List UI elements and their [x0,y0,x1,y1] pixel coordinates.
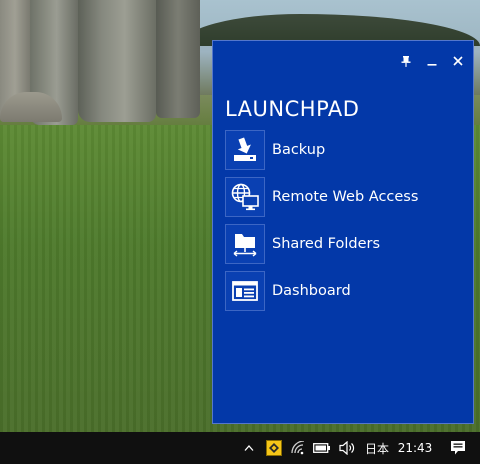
launchpad-item-dashboard[interactable]: Dashboard [225,270,465,312]
launchpad-tray-icon[interactable] [262,432,286,464]
launchpad-item-label: Shared Folders [272,236,381,252]
backup-icon [225,130,265,170]
system-tray: 日本 21:43 [236,432,480,464]
launchpad-window: LAUNCHPAD Backup Remote Web Access Share… [212,40,474,424]
launchpad-item-label: Dashboard [272,283,351,299]
input-language-indicator[interactable]: 日本 [360,432,394,464]
launchpad-item-remote-web-access[interactable]: Remote Web Access [225,176,465,218]
minimize-icon[interactable] [427,55,437,67]
show-hidden-icons-icon[interactable] [236,432,262,464]
pin-icon[interactable] [401,55,411,67]
clock[interactable]: 21:43 [394,432,436,464]
launchpad-list: Backup Remote Web Access Shared Folders … [225,129,465,317]
wifi-icon[interactable] [286,432,310,464]
clock-time: 21:43 [397,441,433,455]
battery-icon[interactable] [310,432,334,464]
launchpad-item-shared-folders[interactable]: Shared Folders [225,223,465,265]
action-center-icon[interactable] [436,432,480,464]
remote-web-access-icon [225,177,265,217]
shared-folders-icon [225,224,265,264]
window-controls [401,55,463,67]
launchpad-item-label: Backup [272,142,326,158]
dashboard-icon [225,271,265,311]
wallpaper-stone [156,0,200,118]
taskbar: 日本 21:43 [0,432,480,464]
volume-icon[interactable] [334,432,360,464]
close-icon[interactable] [453,55,463,67]
input-language-label: 日本 [364,441,389,456]
launchpad-item-backup[interactable]: Backup [225,129,465,171]
launchpad-item-label: Remote Web Access [272,189,419,205]
launchpad-title: LAUNCHPAD [225,97,360,121]
wallpaper-stone [78,0,156,122]
